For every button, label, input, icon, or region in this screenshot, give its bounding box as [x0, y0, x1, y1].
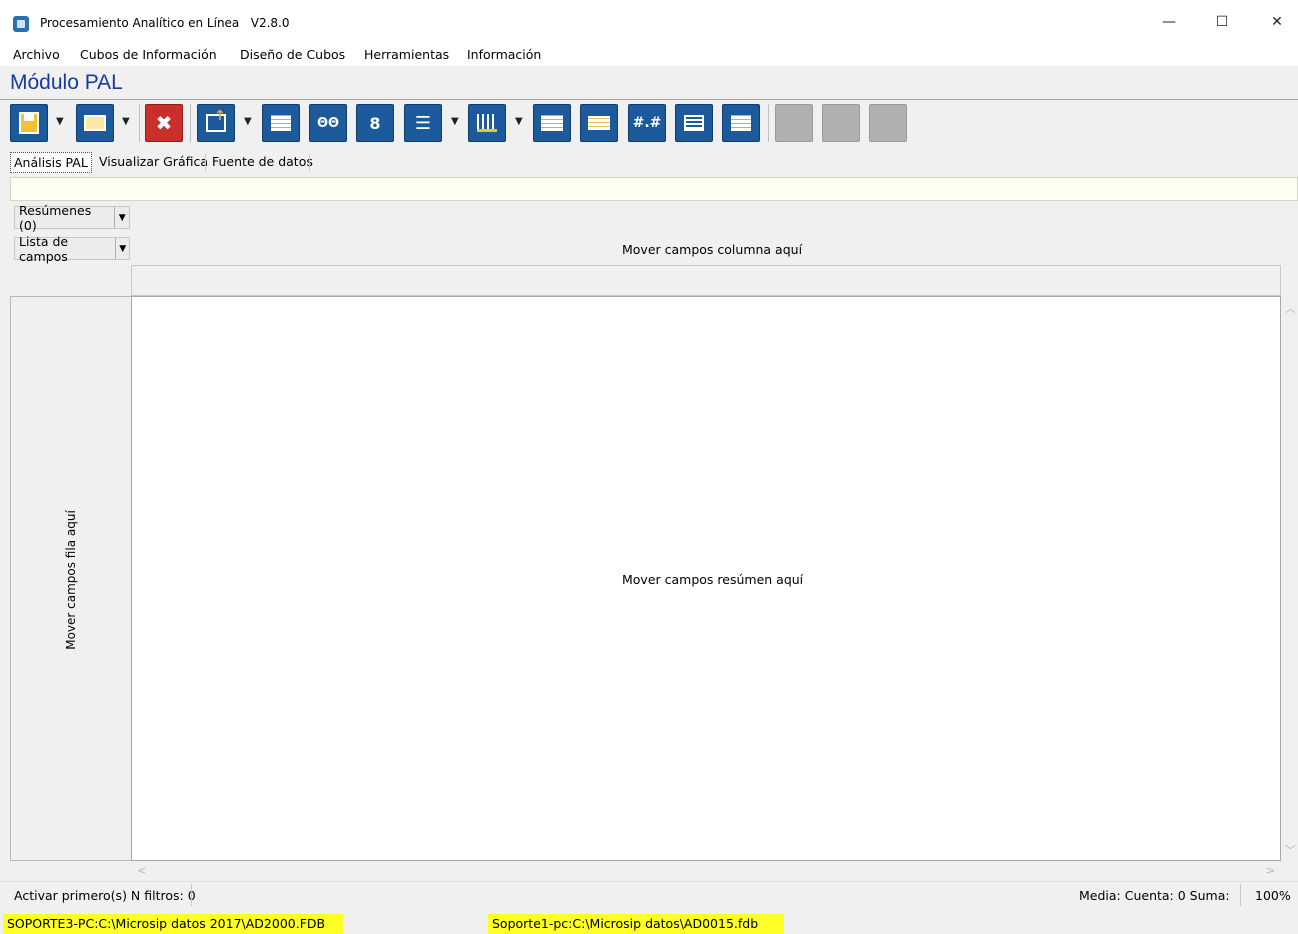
list-dropdown-arrow[interactable]: ▼ [451, 116, 459, 127]
table-alt-icon [588, 116, 610, 130]
scroll-right-icon[interactable]: > [1266, 864, 1275, 877]
zoom-level: 100% [1255, 888, 1291, 903]
window-title: Procesamiento Analítico en Línea V2.8.0 [40, 16, 290, 30]
close-button[interactable]: ✕ [1254, 0, 1298, 44]
table-icon [541, 115, 563, 131]
scroll-up-icon[interactable]: ︿ [1285, 300, 1296, 316]
row-drop-label: Mover campos fila aquí [64, 510, 78, 650]
menu-diseno[interactable]: Diseño de Cubos [240, 47, 345, 62]
columns-icon: ΘΘ [316, 115, 340, 131]
disabled-button-3[interactable] [869, 104, 907, 142]
number-format-icon: #.# [632, 115, 662, 131]
rows-button[interactable]: 8 [356, 104, 394, 142]
column-header-area[interactable] [131, 265, 1281, 296]
delete-button[interactable]: ✖ [145, 104, 183, 142]
bars-icon [477, 114, 497, 132]
aggregate-status: Media: Cuenta: 0 Suma: [1079, 888, 1230, 903]
save-icon [19, 112, 39, 134]
save-dropdown-arrow[interactable]: ▼ [56, 116, 64, 127]
export-icon: ↑ [206, 108, 226, 132]
table-alt-button[interactable] [580, 104, 618, 142]
filter-bar[interactable] [10, 177, 1298, 201]
chevron-down-icon: ▼ [118, 212, 126, 223]
module-divider [0, 99, 1298, 100]
export-dropdown-arrow[interactable]: ▼ [244, 116, 252, 127]
grid-button[interactable] [262, 104, 300, 142]
tab-fuente-de-datos[interactable]: Fuente de datos [212, 151, 313, 172]
toolbar-separator [139, 104, 140, 142]
delete-icon: ✖ [155, 111, 173, 135]
toolbar-separator [190, 104, 191, 142]
list-button[interactable]: ☰ [404, 104, 442, 142]
info-icon [731, 115, 751, 131]
chevron-down-icon: ▼ [119, 243, 127, 254]
data-drop-label: Mover campos resúmen aquí [622, 572, 804, 587]
maximize-button[interactable]: ☐ [1199, 0, 1245, 44]
tab-separator [205, 154, 206, 171]
open-dropdown-arrow[interactable]: ▼ [122, 116, 130, 127]
table-button[interactable] [533, 104, 571, 142]
scroll-left-icon[interactable]: < [137, 864, 146, 877]
toolbar-separator [768, 104, 769, 142]
tab-analisis-pal[interactable]: Análisis PAL [10, 152, 92, 173]
list-icon: ☰ [414, 112, 432, 134]
status-separator [1240, 884, 1241, 906]
disabled-button-2[interactable] [822, 104, 860, 142]
columns-button[interactable]: ΘΘ [309, 104, 347, 142]
tab-separator [309, 154, 310, 171]
minimize-button[interactable]: — [1146, 0, 1192, 44]
column-drop-area[interactable]: Mover campos columna aquí [622, 242, 802, 257]
tab-visualizar-grafica[interactable]: Visualizar Gráfica [99, 151, 208, 172]
connection-right: Soporte1-pc:C:\Microsip datos\AD0015.fdb [488, 914, 784, 934]
open-button[interactable] [76, 104, 114, 142]
menu-herramientas[interactable]: Herramientas [364, 47, 449, 62]
summaries-dropdown[interactable]: Resúmenes (0) ▼ [14, 203, 130, 233]
disabled-button-1[interactable] [775, 104, 813, 142]
bars-button[interactable] [468, 104, 506, 142]
grid-icon [271, 115, 291, 131]
text-icon [684, 115, 704, 131]
field-list-label: Lista de campos [15, 234, 117, 264]
menu-archivo[interactable]: Archivo [13, 47, 60, 62]
module-title: Módulo PAL [10, 71, 123, 94]
connection-left: SOPORTE3-PC:C:\Microsip datos 2017\AD200… [3, 914, 343, 934]
save-button[interactable] [10, 104, 48, 142]
rows-icon: 8 [369, 113, 381, 133]
field-list-dropdown[interactable]: Lista de campos ▼ [14, 234, 130, 264]
app-cube-icon [13, 16, 29, 32]
status-separator [191, 884, 192, 906]
info-button[interactable] [722, 104, 760, 142]
summaries-label: Resúmenes (0) [15, 203, 116, 233]
menu-cubos[interactable]: Cubos de Información [80, 47, 217, 62]
bars-dropdown-arrow[interactable]: ▼ [515, 116, 523, 127]
scroll-down-icon[interactable]: ﹀ [1285, 842, 1296, 858]
folder-icon [84, 115, 106, 131]
number-format-button[interactable]: #.# [628, 104, 666, 142]
export-button[interactable]: ↑ [197, 104, 235, 142]
menu-informacion[interactable]: Información [467, 47, 541, 62]
text-button[interactable] [675, 104, 713, 142]
filter-status: Activar primero(s) N filtros: 0 [14, 888, 196, 903]
